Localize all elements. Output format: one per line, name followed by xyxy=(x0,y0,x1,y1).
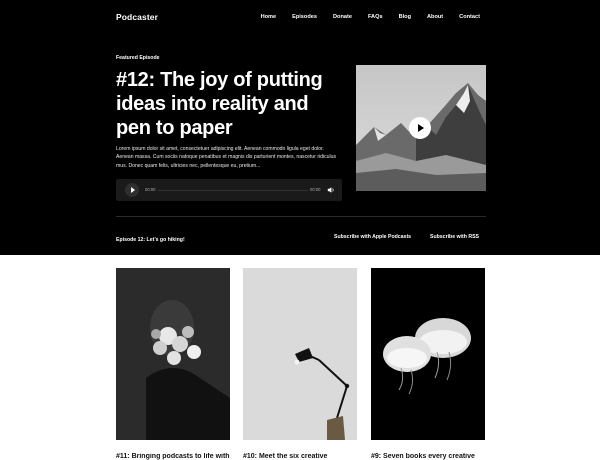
nav-contact[interactable]: Contact xyxy=(459,14,480,20)
nav-episodes[interactable]: Episodes xyxy=(292,14,317,20)
duration: 00:00 xyxy=(310,187,321,192)
main-nav: Home Episodes Donate FAQs Blog About Con… xyxy=(261,14,480,20)
nav-donate[interactable]: Donate xyxy=(333,14,352,20)
latest-episode-label[interactable]: Episode 12: Let’s go hiking! xyxy=(116,237,185,243)
hero-divider xyxy=(116,216,486,217)
audio-player: 00:00 00:00 xyxy=(116,179,342,201)
featured-eyebrow: Featured Episode xyxy=(116,55,160,61)
current-time: 00:00 xyxy=(145,187,156,192)
nav-blog[interactable]: Blog xyxy=(399,14,411,20)
hero-section: Podcaster Home Episodes Donate FAQs Blog… xyxy=(0,0,600,255)
featured-excerpt: Lorem ipsum dolor sit amet, consectetuer… xyxy=(116,146,336,169)
progress-track[interactable] xyxy=(158,189,308,191)
nav-faqs[interactable]: FAQs xyxy=(368,14,383,20)
episode-card-image[interactable] xyxy=(371,268,485,440)
volume-icon[interactable] xyxy=(327,186,335,194)
episode-card-title[interactable]: #11: Bringing podcasts to life with xyxy=(116,453,230,460)
play-icon[interactable] xyxy=(125,183,139,197)
play-icon[interactable] xyxy=(409,117,431,139)
episode-card-image[interactable] xyxy=(116,268,230,440)
episode-card-title[interactable]: #9: Seven books every creative xyxy=(371,453,485,460)
subscribe-apple-link[interactable]: Subscribe with Apple Podcasts xyxy=(334,234,411,240)
episode-card-image[interactable] xyxy=(243,268,357,440)
subscribe-rss-link[interactable]: Subscribe with RSS xyxy=(430,234,479,240)
episode-card-title[interactable]: #10: Meet the six creative xyxy=(243,453,357,460)
featured-title[interactable]: #12: The joy of putting ideas into reali… xyxy=(116,68,341,140)
site-logo[interactable]: Podcaster xyxy=(116,12,158,22)
nav-home[interactable]: Home xyxy=(261,14,277,20)
nav-about[interactable]: About xyxy=(427,14,443,20)
